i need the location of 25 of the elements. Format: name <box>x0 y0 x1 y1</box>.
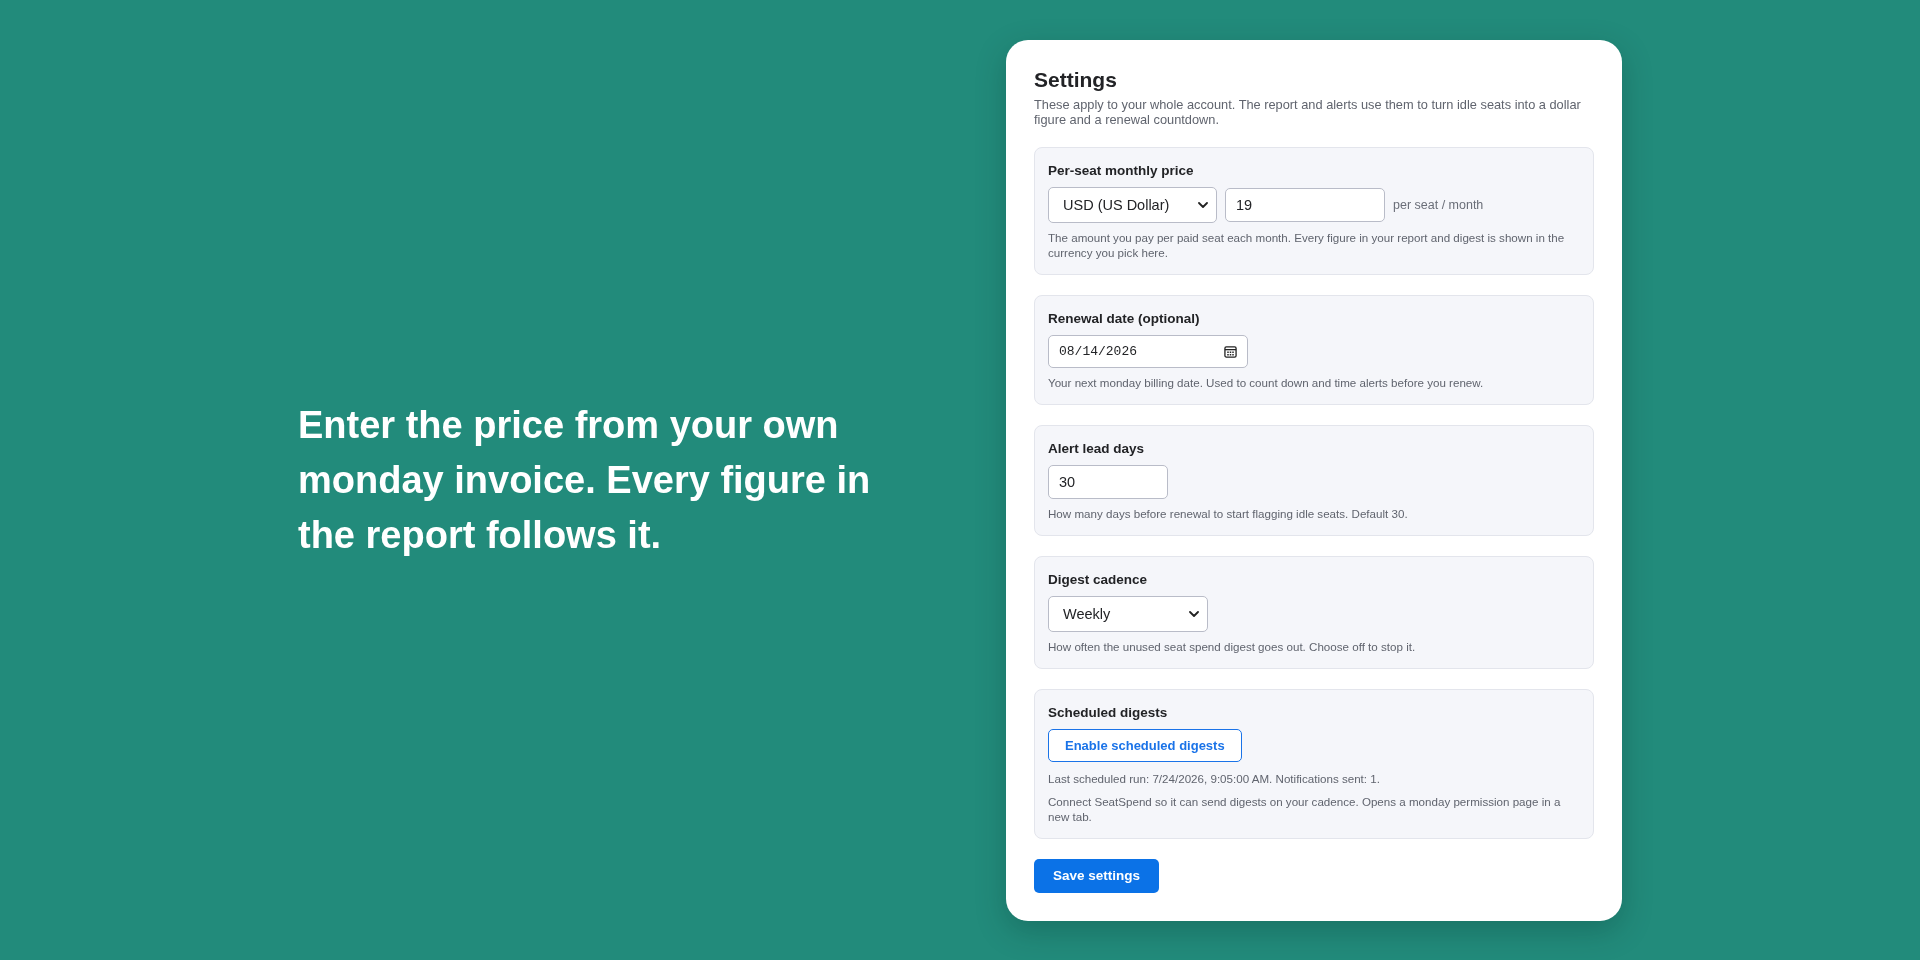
unit-label: per seat / month <box>1393 197 1484 212</box>
cadence-select[interactable]: Weekly <box>1048 595 1208 632</box>
chevron-icon <box>1189 610 1199 617</box>
settings-description: These apply to your whole account. The report and alerts use them to turn idle seats into a dollar figure and a renewal countdown. <box>1034 96 1582 127</box>
date-input[interactable]: 08/14/2026 <box>1048 334 1248 368</box>
help-text: The amount you pay per paid seat each month. Every figure in your report and digest is shown in the currency you pick here. <box>1048 229 1566 260</box>
help-text: How many days before renewal to start flagging idle seats. Default 30. <box>1048 505 1409 521</box>
field-label: Digest cadence <box>1048 570 1149 588</box>
field-label: Scheduled digests <box>1048 703 1169 721</box>
chevron-icon <box>1198 201 1208 208</box>
save-button[interactable]: Save settings <box>1034 858 1160 893</box>
help-text: Connect SeatSpend so it can send digests on your cadence. Opens a monday permission page in a new tab. <box>1048 793 1562 824</box>
help-text: How often the unused seat spend digest goes out. Choose off to stop it. <box>1048 638 1417 654</box>
help-text: Last scheduled run: 7/24/2026, 9:05:00 AM. Notifications sent: 1. <box>1048 770 1381 786</box>
field-label: Renewal date (optional) <box>1048 309 1201 327</box>
enable-digests-button[interactable]: Enable scheduled digests <box>1048 728 1242 762</box>
settings-title: Settings <box>1034 66 1118 93</box>
price-input[interactable]: 19 <box>1225 187 1385 222</box>
help-text: Your next monday billing date. Used to count down and time alerts before you renew. <box>1048 374 1485 390</box>
currency-select[interactable]: USD (US Dollar) <box>1048 186 1217 223</box>
field-label: Alert lead days <box>1048 439 1146 457</box>
field-label: Per-seat monthly price <box>1048 161 1195 179</box>
calendar-icon[interactable] <box>1224 344 1237 358</box>
headline: Enter the price from your own monday invoice. Every figure in the report follows it. <box>298 402 872 558</box>
days-input[interactable]: 30 <box>1048 464 1168 499</box>
